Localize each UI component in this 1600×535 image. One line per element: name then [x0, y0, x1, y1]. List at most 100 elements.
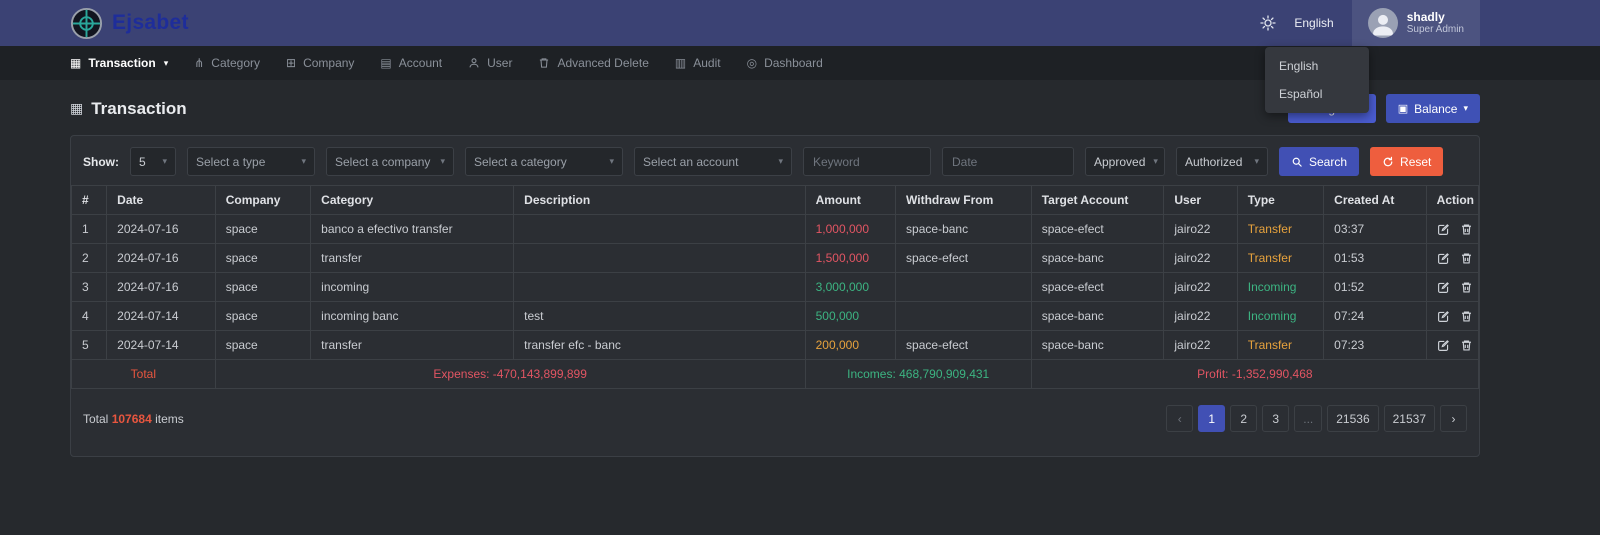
keyword-input[interactable] — [803, 147, 931, 176]
chevron-down-icon: ▾ — [301, 156, 306, 167]
edit-icon[interactable] — [1437, 339, 1450, 352]
pagination: ‹ 1 2 3 ... 21536 21537 › — [1166, 405, 1467, 432]
type-select[interactable]: Select a type ▾ — [187, 147, 315, 176]
page-title: ▦ Transaction — [70, 99, 187, 119]
transactions-table: # Date Company Category Description Amou… — [71, 185, 1479, 389]
language-switcher[interactable]: English — [1294, 16, 1333, 30]
nav-label: Company — [303, 56, 354, 70]
pagination-page-3[interactable]: 3 — [1262, 405, 1289, 432]
delete-icon[interactable] — [1460, 252, 1473, 265]
cell-date: 2024-07-14 — [107, 302, 216, 331]
delete-icon[interactable] — [1460, 281, 1473, 294]
nav-label: User — [487, 56, 512, 70]
pagination-page-21536[interactable]: 21536 — [1327, 405, 1378, 432]
nav-item-account[interactable]: ▤ Account — [380, 56, 442, 70]
nav-item-transaction[interactable]: ▦ Transaction ▾ — [70, 56, 168, 70]
audit-icon: ▥ — [675, 56, 686, 70]
language-dropdown: English Español — [1265, 47, 1369, 113]
company-select[interactable]: Select a company ▾ — [326, 147, 454, 176]
pagination-page-2[interactable]: 2 — [1230, 405, 1257, 432]
nav-item-user[interactable]: User — [468, 56, 512, 70]
search-button[interactable]: Search — [1279, 147, 1359, 176]
cell-type: Transfer — [1237, 244, 1323, 273]
totals-profit: Profit: -1,352,990,468 — [1031, 360, 1478, 389]
cell-company: space — [215, 244, 310, 273]
show-count-select[interactable]: 5 ▾ — [130, 147, 176, 176]
cell-created-at: 07:24 — [1324, 302, 1427, 331]
cell-description: test — [514, 302, 805, 331]
cell-user: jairo22 — [1164, 244, 1237, 273]
edit-icon[interactable] — [1437, 281, 1450, 294]
cell-target-account: space-banc — [1031, 302, 1164, 331]
balance-button[interactable]: ▣ Balance ▾ — [1386, 94, 1480, 123]
delete-icon[interactable] — [1460, 223, 1473, 236]
user-icon — [468, 57, 480, 69]
account-placeholder: Select an account — [643, 155, 738, 169]
language-option-english[interactable]: English — [1265, 52, 1369, 80]
account-select[interactable]: Select an account ▾ — [634, 147, 792, 176]
nav-item-category[interactable]: ⋔ Category — [194, 56, 260, 70]
reset-button[interactable]: Reset — [1370, 147, 1443, 176]
pagination-page-21537[interactable]: 21537 — [1384, 405, 1435, 432]
cell-type: Transfer — [1237, 215, 1323, 244]
chevron-down-icon: ▾ — [778, 156, 783, 167]
nav-item-audit[interactable]: ▥ Audit — [675, 56, 721, 70]
col-category: Category — [311, 186, 514, 215]
delete-icon[interactable] — [1460, 339, 1473, 352]
table-row: 5 2024-07-14 space transfer transfer efc… — [72, 331, 1479, 360]
edit-icon[interactable] — [1437, 252, 1450, 265]
date-input[interactable] — [942, 147, 1074, 176]
cell-date: 2024-07-16 — [107, 273, 216, 302]
table-row: 3 2024-07-16 space incoming 3,000,000 sp… — [72, 273, 1479, 302]
cell-user: jairo22 — [1164, 273, 1237, 302]
cell-category: banco a efectivo transfer — [311, 215, 514, 244]
category-select[interactable]: Select a category ▾ — [465, 147, 623, 176]
brand-logo-icon — [70, 7, 103, 40]
cell-created-at: 01:53 — [1324, 244, 1427, 273]
brand[interactable]: Ejsabet — [70, 7, 189, 40]
nav-item-dashboard[interactable]: ◎ Dashboard — [747, 56, 823, 70]
cell-category: transfer — [311, 244, 514, 273]
edit-icon[interactable] — [1437, 223, 1450, 236]
transaction-title-icon: ▦ — [70, 100, 83, 117]
pagination-page-1[interactable]: 1 — [1198, 405, 1225, 432]
col-description: Description — [514, 186, 805, 215]
chevron-down-icon: ▾ — [1153, 156, 1158, 167]
search-label: Search — [1309, 155, 1347, 169]
edit-icon[interactable] — [1437, 310, 1450, 323]
cell-description: transfer efc - banc — [514, 331, 805, 360]
col-user: User — [1164, 186, 1237, 215]
filter-bar: Show: 5 ▾ Select a type ▾ Select a compa… — [71, 136, 1479, 185]
total-items-suffix: items — [155, 412, 184, 426]
company-placeholder: Select a company — [335, 155, 430, 169]
nav-item-advanced-delete[interactable]: Advanced Delete — [538, 56, 648, 70]
total-items-prefix: Total — [83, 412, 108, 426]
cell-category: transfer — [311, 331, 514, 360]
cell-amount: 1,500,000 — [805, 244, 895, 273]
cell-created-at: 03:37 — [1324, 215, 1427, 244]
user-menu[interactable]: shadly Super Admin — [1352, 0, 1480, 46]
theme-toggle-sun-icon[interactable] — [1260, 15, 1276, 31]
language-option-espanol[interactable]: Español — [1265, 80, 1369, 108]
cell-num: 4 — [72, 302, 107, 331]
total-items: Total 107684 items — [83, 412, 184, 426]
cell-description — [514, 215, 805, 244]
approved-select[interactable]: Approved ▾ — [1085, 147, 1165, 176]
cell-amount: 3,000,000 — [805, 273, 895, 302]
brand-name: Ejsabet — [112, 11, 189, 35]
category-icon: ⋔ — [194, 56, 204, 70]
nav-item-company[interactable]: ⊞ Company — [286, 56, 354, 70]
category-placeholder: Select a category — [474, 155, 567, 169]
table-totals-row: Total Expenses: -470,143,899,899 Incomes… — [72, 360, 1479, 389]
pagination-next[interactable]: › — [1440, 405, 1467, 432]
authorized-select[interactable]: Authorized ▾ — [1176, 147, 1268, 176]
nav-label: Account — [399, 56, 442, 70]
pagination-prev[interactable]: ‹ — [1166, 405, 1193, 432]
delete-icon[interactable] — [1460, 310, 1473, 323]
table-row: 1 2024-07-16 space banco a efectivo tran… — [72, 215, 1479, 244]
col-withdraw-from: Withdraw From — [896, 186, 1032, 215]
nav-label: Audit — [693, 56, 720, 70]
cell-company: space — [215, 215, 310, 244]
show-count-value: 5 — [139, 155, 146, 169]
cell-date: 2024-07-16 — [107, 244, 216, 273]
